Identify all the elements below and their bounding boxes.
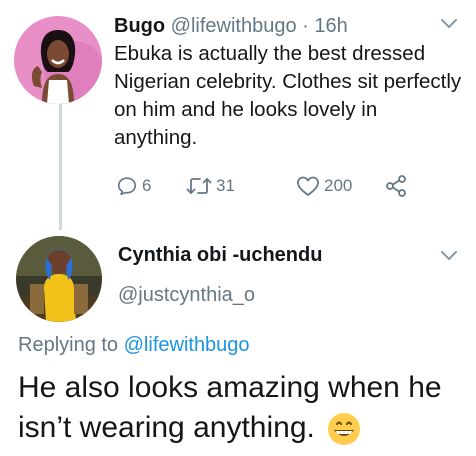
reply-count: 6 [142,176,152,195]
grinning-face-emoji-icon [328,413,361,446]
heart-icon [297,176,319,196]
avatar[interactable] [14,16,102,104]
author-name[interactable]: Bugo [114,15,165,37]
reply-icon [117,177,137,196]
chevron-down-icon[interactable] [440,250,458,262]
reply-button[interactable]: 6 [116,172,151,200]
reply-text: He also looks amazing when he isn’t wear… [18,368,468,448]
tweet-header: Bugo @lifewithbugo · 16h [114,14,348,38]
tweet-thread-line [59,100,62,230]
replying-label: Replying to [18,334,119,356]
like-button[interactable]: 200 [296,172,352,200]
author-handle[interactable]: @justcynthia_o [118,284,255,307]
replying-to: Replying to @lifewithbugo [18,334,250,357]
author-name[interactable]: Cynthia obi -uchendu [118,244,322,267]
share-icon [386,175,406,197]
tweet-time[interactable]: 16h [314,15,347,37]
replying-to-link[interactable]: @lifewithbugo [124,334,250,356]
avatar[interactable] [16,236,102,322]
like-count: 200 [324,176,353,195]
share-button[interactable] [384,172,408,200]
time-separator: · [302,15,309,37]
reply-text-content: He also looks amazing when he isn’t wear… [18,371,442,444]
retweet-button[interactable]: 31 [186,172,235,200]
retweet-count: 31 [216,176,235,195]
tweet-text: Ebuka is actually the best dressed Niger… [114,42,462,149]
chevron-down-icon[interactable] [440,18,458,30]
retweet-icon [186,178,212,194]
author-handle[interactable]: @lifewithbugo [171,15,297,37]
